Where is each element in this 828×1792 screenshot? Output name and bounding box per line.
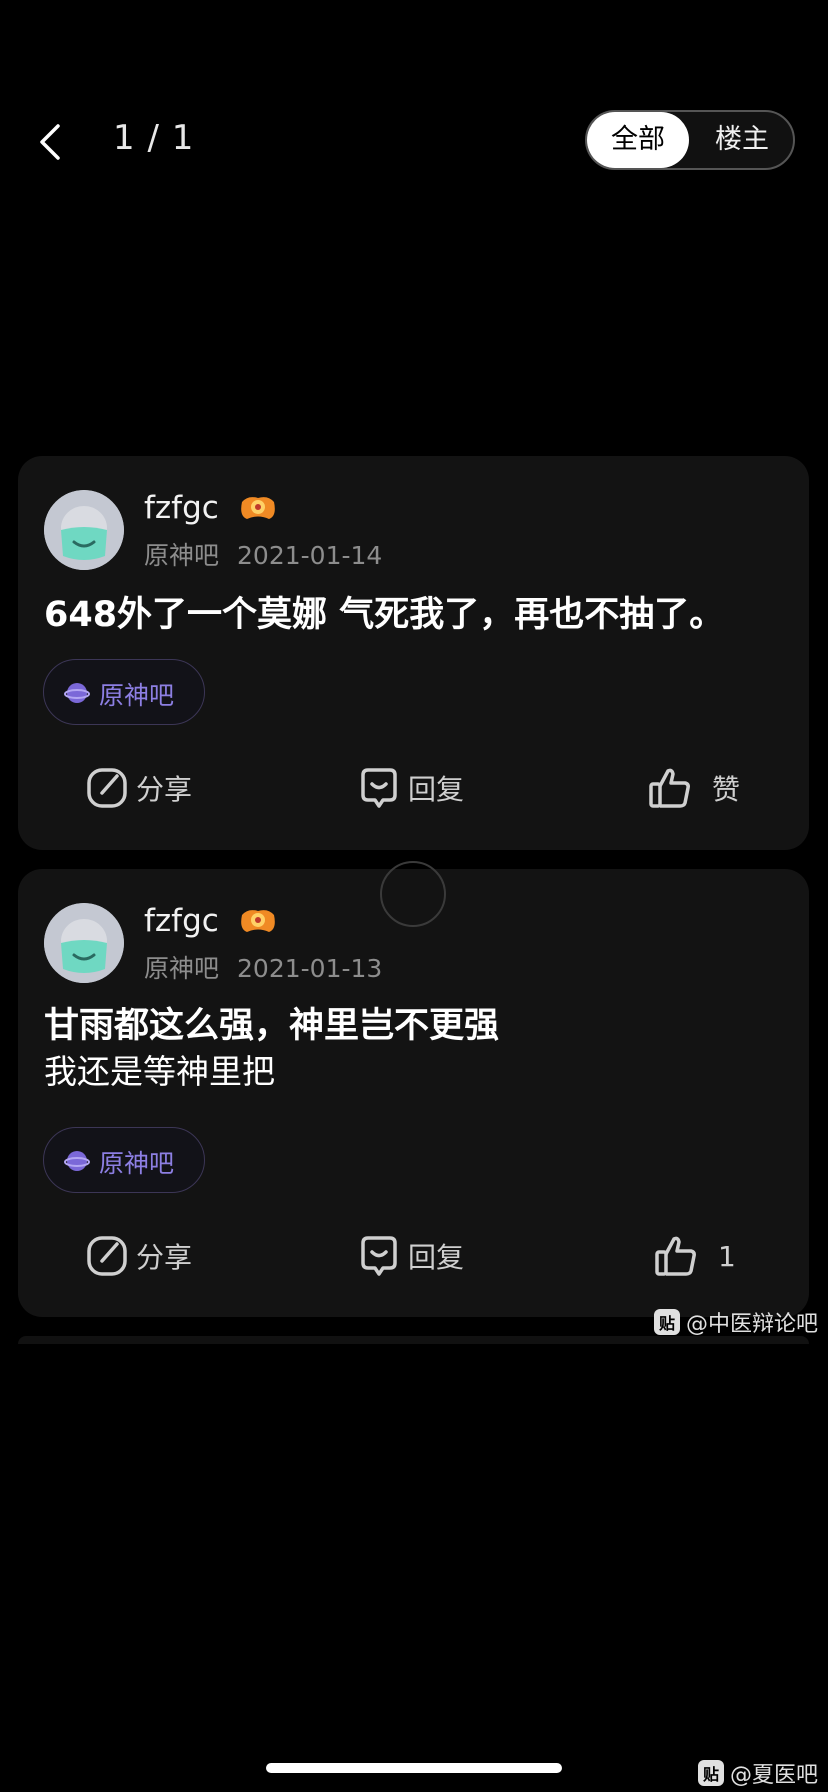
username[interactable]: fzfgc: [144, 903, 277, 939]
planet-icon: [64, 683, 90, 703]
watermark-text: @中医辩论吧: [686, 1312, 819, 1337]
forum-tag[interactable]: 原神吧: [43, 1127, 205, 1193]
watermark: 贴 @夏医吧: [698, 1757, 818, 1789]
like-label: 赞: [712, 773, 741, 806]
post-card: fzfgc 原神吧 2021-01-13 甘雨都这么强，神里岂不更强 我还是等神里…: [18, 869, 809, 1317]
share-label: 分享: [136, 1241, 193, 1274]
post-meta: 原神吧 2021-01-14: [144, 536, 382, 572]
avatar[interactable]: [44, 490, 124, 570]
username[interactable]: fzfgc: [144, 490, 277, 526]
post-card: fzfgc 原神吧 2021-01-14 648外了一个莫娜 气死我了，再也不抽了…: [18, 456, 809, 850]
thumbs-up-icon: [649, 768, 690, 808]
post-line: 甘雨都这么强，神里岂不更强: [44, 1006, 500, 1046]
planet-icon: [64, 1151, 90, 1171]
username-text: fzfgc: [144, 903, 219, 939]
reply-icon: [361, 1236, 397, 1276]
forum-tag-label: 原神吧: [99, 1149, 175, 1178]
forum-name: 原神吧: [144, 954, 220, 983]
reply-label: 回复: [408, 1241, 465, 1274]
tieba-icon: 贴: [698, 1760, 724, 1786]
share-label: 分享: [136, 773, 193, 806]
level-badge-icon: [240, 497, 275, 519]
post-meta: 原神吧 2021-01-13: [144, 949, 382, 985]
forum-name: 原神吧: [144, 541, 220, 570]
masked-face-icon: [44, 490, 124, 570]
post-date: 2021-01-13: [237, 954, 383, 983]
post-line: 648外了一个莫娜 气死我了，再也不抽了。: [44, 595, 725, 635]
filter-toggle: 全部 楼主: [585, 110, 795, 170]
avatar[interactable]: [44, 903, 124, 983]
forum-tag[interactable]: 原神吧: [43, 659, 205, 725]
reply-label: 回复: [408, 773, 465, 806]
chevron-left-icon: [40, 124, 60, 160]
top-bar: 1 / 1 全部 楼主: [0, 0, 828, 200]
post-content: 甘雨都这么强，神里岂不更强 我还是等神里把: [44, 1003, 783, 1095]
back-button[interactable]: [32, 118, 72, 166]
reply-icon: [361, 768, 397, 808]
username-text: fzfgc: [144, 490, 219, 526]
masked-face-icon: [44, 903, 124, 983]
home-indicator[interactable]: [266, 1763, 562, 1773]
forum-tag-label: 原神吧: [99, 681, 175, 710]
watermark-text: @夏医吧: [730, 1763, 819, 1788]
post-date: 2021-01-14: [237, 541, 383, 570]
reply-button[interactable]: 回复: [358, 1232, 464, 1280]
filter-op-button[interactable]: 楼主: [691, 112, 793, 168]
share-button[interactable]: 分享: [86, 764, 192, 812]
like-button[interactable]: 赞: [648, 764, 740, 812]
level-badge-icon: [240, 910, 275, 932]
filter-all-button[interactable]: 全部: [587, 112, 689, 168]
loading-indicator: [380, 861, 446, 927]
share-icon: [87, 1236, 127, 1276]
watermark: 贴 @中医辩论吧: [654, 1306, 818, 1338]
post-content: 648外了一个莫娜 气死我了，再也不抽了。: [44, 592, 783, 638]
share-button[interactable]: 分享: [86, 1232, 192, 1280]
page-indicator: 1 / 1: [113, 118, 195, 158]
post-line: 我还是等神里把: [44, 1052, 275, 1091]
like-count: 1: [718, 1239, 736, 1273]
thumbs-up-icon: [655, 1236, 696, 1276]
share-icon: [87, 768, 127, 808]
tieba-icon: 贴: [654, 1309, 680, 1335]
reply-button[interactable]: 回复: [358, 764, 464, 812]
like-button[interactable]: 1: [654, 1232, 736, 1280]
